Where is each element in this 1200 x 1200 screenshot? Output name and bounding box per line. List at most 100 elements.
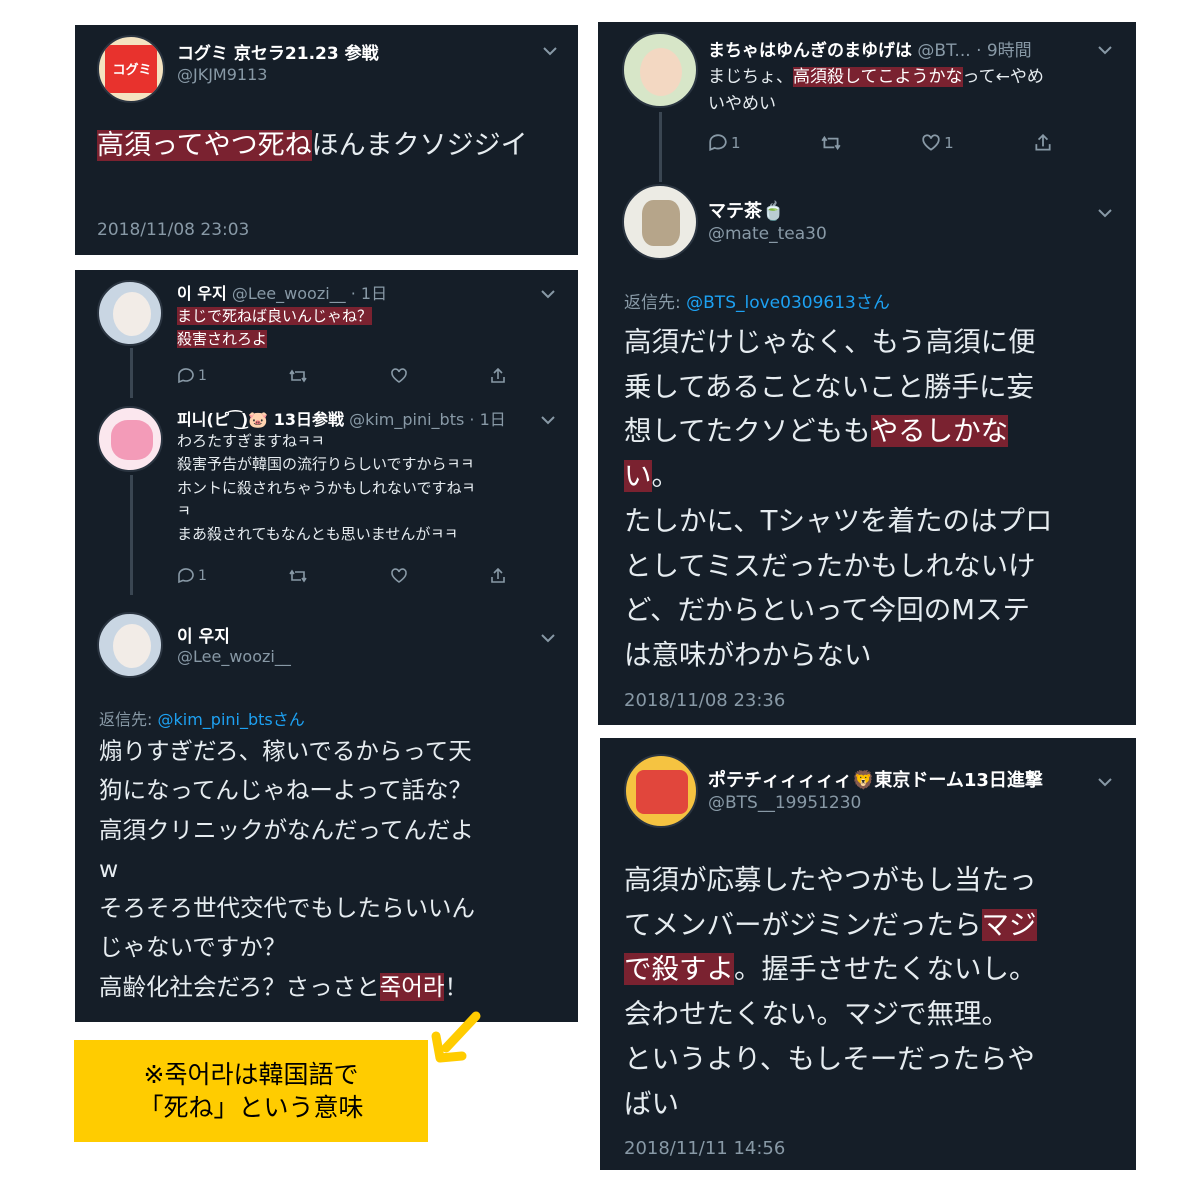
chevron-down-icon[interactable] (541, 286, 555, 302)
user-name[interactable]: まちゃはゆんぎのまゆげは (708, 41, 912, 61)
reply-time[interactable]: · 9時間 (976, 41, 1032, 61)
chevron-down-icon[interactable] (1098, 774, 1112, 790)
user-handle[interactable]: @Lee_woozi__ (232, 284, 346, 303)
tweet-text-part: 想してたクソどもも (624, 415, 871, 448)
highlighted-text: 殺害されろよ (177, 330, 268, 349)
reply-header: 이 우지 @Lee_woozi__ · 1日 (177, 280, 387, 304)
user-name[interactable]: 피니(ピ ͡ ͜)🐷 13日参戦 (177, 410, 344, 429)
tweet-line: 乗してあることないこと勝手に妄 (624, 370, 1035, 403)
tweet-line: というより、もしそーだったらや (624, 1042, 1035, 1075)
reply-count: 1 (198, 568, 207, 584)
tweet-text-part: ！ (444, 972, 468, 1001)
highlighted-text: 죽어라 (379, 972, 445, 1001)
reply-to: 返信先: @BTS_love0309613さん (624, 288, 890, 313)
chevron-down-icon[interactable] (541, 630, 555, 646)
reply-text-part: まじちょ、 (708, 67, 793, 87)
reply-to-user-link[interactable]: @kim_pini_btsさん (157, 710, 304, 729)
tweet-text: 煽りすぎだろ、稼いでるからって天 狗になってんじゃねーよって話な？ 高須クリニッ… (99, 732, 559, 1007)
tweet-line: じゃないですか？ (99, 933, 287, 962)
share-button[interactable] (489, 568, 507, 584)
chevron-down-icon[interactable] (543, 43, 557, 59)
tweet-text-part: てメンバーがジミンだったら (624, 908, 982, 941)
avatar[interactable] (97, 280, 163, 346)
reply-button[interactable]: 1 (177, 368, 207, 384)
share-icon (491, 368, 505, 383)
tweet-line: そろそろ世代交代でもしたらいいん (99, 894, 475, 923)
reply-to: 返信先: @kim_pini_btsさん (99, 706, 305, 730)
like-button[interactable] (390, 568, 408, 584)
tweet-line: 会わせたくない。マジで無理。 (624, 998, 1009, 1031)
tweet-card-1: コグミ コグミ 京セラ21.23 参戦 @JKJM9113 高須ってやつ死ねほん… (75, 25, 578, 255)
avatar[interactable] (97, 406, 163, 472)
chevron-down-icon[interactable] (1098, 42, 1112, 58)
timestamp[interactable]: 2018/11/08 23:03 (97, 220, 249, 240)
reply-line: わろたすぎますねㅋㅋ (177, 432, 325, 450)
tweet-line: w (99, 854, 119, 883)
avatar-image (113, 292, 151, 336)
reply-line: 殺害予告が韓国の流行りらしいですからㅋㅋ (177, 455, 475, 474)
highlighted-text: で殺すよ (624, 953, 734, 986)
share-icon (1035, 134, 1051, 151)
user-name[interactable]: 이 우지 (177, 622, 230, 647)
reply-time[interactable]: · 1日 (469, 410, 505, 429)
reply-count: 1 (198, 368, 207, 384)
avatar[interactable] (622, 184, 698, 260)
highlighted-text: マジ (981, 908, 1037, 941)
chevron-down-icon[interactable] (1098, 205, 1112, 221)
avatar[interactable] (622, 32, 698, 108)
retweet-icon (289, 369, 307, 383)
user-handle[interactable]: @Lee_woozi__ (177, 647, 291, 666)
like-count: 1 (944, 134, 954, 152)
like-button[interactable]: 1 (921, 134, 954, 152)
thread-line (130, 475, 133, 595)
user-handle[interactable]: @BTS__19951230 (708, 793, 861, 813)
reply-to-label: 返信先: (99, 710, 158, 729)
retweet-button[interactable] (288, 568, 308, 584)
user-name[interactable]: マテ茶🍵 (708, 197, 784, 223)
reply-to-user-link[interactable]: @BTS_love0309613さん (686, 293, 890, 313)
tweet-line: ばい (624, 1087, 679, 1120)
avatar-image (636, 770, 688, 814)
user-handle[interactable]: @mate_tea30 (708, 224, 827, 244)
retweet-button[interactable] (820, 134, 842, 152)
user-handle[interactable]: @kim_pini_bts (349, 410, 464, 429)
user-name[interactable]: 이 우지 (177, 284, 227, 303)
tweet-line: 想してたクソどももやるしかな (624, 409, 1124, 454)
timestamp[interactable]: 2018/11/11 14:56 (624, 1138, 785, 1159)
share-button[interactable] (489, 368, 507, 384)
reply-header: 피니(ピ ͡ ͜)🐷 13日参戦 @kim_pini_bts · 1日 (177, 406, 506, 430)
tweet-text-part: 。握手させたくないし。 (734, 953, 1037, 986)
timestamp[interactable]: 2018/11/08 23:36 (624, 690, 785, 711)
user-handle[interactable]: @BT... (917, 41, 970, 61)
like-button[interactable] (390, 368, 408, 384)
retweet-button[interactable] (288, 368, 308, 384)
user-name[interactable]: コグミ 京セラ21.23 参戦 (177, 39, 379, 64)
highlighted-text: 高須ってやつ死ね (97, 130, 312, 161)
reply-icon (178, 368, 194, 384)
tweet-line: 高須クリニックがなんだってんだよ (99, 815, 474, 844)
share-button[interactable] (1033, 134, 1053, 152)
heart-icon (390, 568, 407, 583)
reply-button[interactable]: 1 (708, 134, 741, 152)
reply-button[interactable]: 1 (177, 568, 207, 584)
reply-time[interactable]: · 1日 (351, 284, 387, 303)
chevron-down-icon[interactable] (541, 412, 555, 428)
action-bar: 1 (177, 568, 507, 584)
avatar-image (640, 48, 682, 96)
avatar-image (111, 420, 153, 460)
tweet-line: 高須だけじゃなく、もう高須に便 (624, 326, 1036, 358)
reply-line: まあ殺されてもなんとも思いませんがㅋㅋ (177, 525, 458, 543)
tweet-line: てメンバーがジミンだったらマジ (624, 903, 1124, 948)
avatar[interactable] (97, 612, 163, 678)
note-line: ※죽어라は韓国語で (143, 1060, 359, 1089)
tweet-line: は意味がわからない (624, 638, 872, 671)
tweet-line: ど、だからといって今回のMステ (624, 594, 1030, 627)
tweet-card-2: 이 우지 @Lee_woozi__ · 1日 まじで死ねば良いんじゃね？ 殺害さ… (75, 270, 578, 1022)
user-handle[interactable]: @JKJM9113 (177, 65, 267, 84)
avatar[interactable]: コグミ (97, 35, 165, 103)
avatar[interactable] (624, 754, 698, 828)
user-name[interactable]: ポテチィィィィィ🦁東京ドーム13日進撃 (708, 766, 1043, 792)
reply-text: まじで死ねば良いんじゃね？ 殺害されろよ (177, 305, 373, 352)
avatar-image (642, 200, 680, 246)
tweet-card-4: ポテチィィィィィ🦁東京ドーム13日進撃 @BTS__19951230 高須が応募… (600, 738, 1136, 1170)
